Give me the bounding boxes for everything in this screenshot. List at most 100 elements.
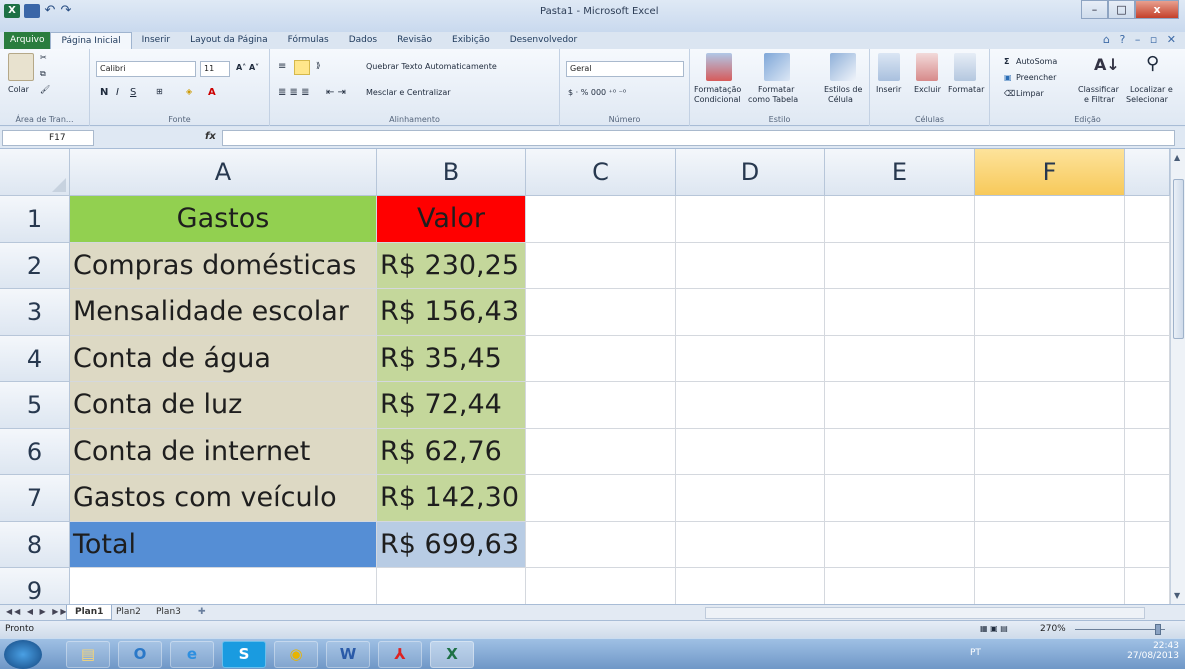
cell-a6[interactable]: Conta de internet: [70, 428, 377, 475]
copy-icon[interactable]: ⧉: [40, 69, 46, 79]
accounting-format-icon[interactable]: $ · % 000 ⁺⁰ ⁻⁰: [568, 88, 626, 97]
excel-taskbar-icon[interactable]: X: [430, 641, 474, 668]
autosum-button[interactable]: AutoSoma: [1016, 57, 1057, 66]
column-header-e[interactable]: E: [825, 149, 975, 196]
empty-cell[interactable]: [1125, 196, 1170, 243]
clear-icon[interactable]: ⌫: [1004, 89, 1015, 98]
sort-filter-button[interactable]: Classificar: [1078, 85, 1119, 94]
paste-button[interactable]: Colar: [8, 85, 29, 94]
language-indicator[interactable]: PT: [970, 648, 981, 658]
close-button[interactable]: x: [1135, 0, 1179, 19]
empty-cell[interactable]: [676, 289, 825, 336]
row-header[interactable]: 3: [0, 289, 70, 336]
undo-icon[interactable]: ↶: [44, 4, 56, 18]
empty-cell[interactable]: [676, 475, 825, 522]
tab-developer[interactable]: Desenvolvedor: [500, 32, 588, 49]
sheet-tab-plan2[interactable]: Plan2: [108, 605, 149, 620]
font-size-select[interactable]: 11: [200, 61, 230, 77]
explorer-icon[interactable]: ▤: [66, 641, 110, 668]
cell-a9[interactable]: [70, 568, 377, 604]
empty-cell[interactable]: [526, 242, 676, 289]
scroll-up-icon[interactable]: ▲: [1174, 153, 1180, 162]
tab-formulas[interactable]: Fórmulas: [278, 32, 339, 49]
cell-b9[interactable]: [377, 568, 526, 604]
cell-b8[interactable]: R$ 699,63: [377, 521, 526, 568]
conditional-formatting-label-2[interactable]: Condicional: [694, 95, 741, 104]
cell-a8[interactable]: Total: [70, 521, 377, 568]
empty-cell[interactable]: [825, 289, 975, 336]
empty-cell[interactable]: [526, 289, 676, 336]
view-buttons-icon[interactable]: ▦ ▣ ▤: [980, 624, 1008, 633]
format-as-table-icon[interactable]: [764, 53, 790, 81]
tab-review[interactable]: Revisão: [387, 32, 442, 49]
binoculars-icon[interactable]: ⚲: [1146, 53, 1159, 74]
conditional-formatting-label[interactable]: Formatação: [694, 85, 741, 94]
row-header[interactable]: 2: [0, 242, 70, 289]
empty-cell[interactable]: [1125, 382, 1170, 429]
empty-cell[interactable]: [1125, 428, 1170, 475]
empty-cell[interactable]: [526, 475, 676, 522]
acrobat-icon[interactable]: ⅄: [378, 641, 422, 668]
column-header-a[interactable]: A: [70, 149, 377, 196]
empty-cell[interactable]: [975, 196, 1125, 243]
cell-a2[interactable]: Compras domésticas: [70, 242, 377, 289]
row-header[interactable]: 7: [0, 475, 70, 522]
tab-data[interactable]: Dados: [339, 32, 387, 49]
format-painter-icon[interactable]: 🖌: [40, 85, 50, 94]
cell-styles-label[interactable]: Estilos de: [824, 85, 862, 94]
skype-icon[interactable]: S: [222, 641, 266, 668]
wrap-text-button[interactable]: Quebrar Texto Automaticamente: [366, 62, 497, 71]
empty-cell[interactable]: [676, 335, 825, 382]
number-format-select[interactable]: Geral: [566, 61, 684, 77]
format-cells-icon[interactable]: [954, 53, 976, 81]
empty-cell[interactable]: [526, 428, 676, 475]
empty-cell[interactable]: [1125, 521, 1170, 568]
insert-cells-button[interactable]: Inserir: [876, 85, 901, 94]
cut-icon[interactable]: ✂: [40, 53, 47, 62]
orientation-icon[interactable]: ⟫: [316, 61, 320, 70]
empty-cell[interactable]: [975, 382, 1125, 429]
find-select-button[interactable]: Localizar e: [1130, 85, 1173, 94]
system-clock[interactable]: 22:43 27/08/2013: [1127, 641, 1179, 661]
delete-cells-button[interactable]: Excluir: [914, 85, 941, 94]
name-box[interactable]: F17: [2, 130, 94, 146]
empty-cell[interactable]: [825, 428, 975, 475]
chrome-icon[interactable]: ◉: [274, 641, 318, 668]
zoom-slider-knob[interactable]: [1155, 624, 1161, 635]
empty-cell[interactable]: [526, 196, 676, 243]
autosum-icon[interactable]: Σ: [1004, 57, 1009, 66]
row-header[interactable]: 8: [0, 521, 70, 568]
tab-insert[interactable]: Inserir: [132, 32, 181, 49]
align-middle-icon[interactable]: [294, 60, 310, 75]
empty-cell[interactable]: [825, 382, 975, 429]
sheet-tab-plan3[interactable]: Plan3: [148, 605, 189, 620]
column-header-g[interactable]: [1125, 149, 1170, 196]
row-header[interactable]: 1: [0, 196, 70, 243]
fill-button[interactable]: Preencher: [1016, 73, 1056, 82]
empty-cell[interactable]: [1125, 335, 1170, 382]
delete-cells-icon[interactable]: [916, 53, 938, 81]
empty-cell[interactable]: [975, 242, 1125, 289]
empty-cell[interactable]: [1125, 475, 1170, 522]
empty-cell[interactable]: [1125, 289, 1170, 336]
empty-cell[interactable]: [526, 382, 676, 429]
formula-input[interactable]: [222, 130, 1175, 146]
merge-center-button[interactable]: Mesclar e Centralizar: [366, 88, 451, 97]
grow-font-icon[interactable]: A˄ A˅: [236, 63, 259, 72]
select-all-button[interactable]: [0, 149, 70, 196]
column-header-c[interactable]: C: [526, 149, 676, 196]
minimize-button[interactable]: –: [1081, 0, 1108, 19]
empty-cell[interactable]: [825, 568, 975, 604]
cell-b7[interactable]: R$ 142,30: [377, 475, 526, 522]
help-icon[interactable]: ⌂ ? – ▫ ✕: [1103, 33, 1179, 46]
cell-styles-icon[interactable]: [830, 53, 856, 81]
empty-cell[interactable]: [825, 475, 975, 522]
cell-a5[interactable]: Conta de luz: [70, 382, 377, 429]
empty-cell[interactable]: [975, 428, 1125, 475]
scroll-down-icon[interactable]: ▼: [1174, 591, 1180, 600]
excel-icon[interactable]: X: [4, 4, 20, 18]
zoom-slider[interactable]: [1075, 629, 1165, 630]
empty-cell[interactable]: [975, 475, 1125, 522]
new-sheet-icon[interactable]: ✚: [190, 605, 214, 620]
column-header-d[interactable]: D: [676, 149, 825, 196]
